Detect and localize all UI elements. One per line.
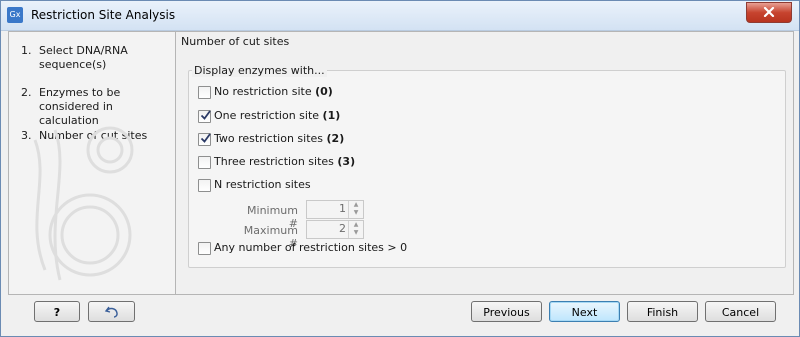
dna-watermark-icon xyxy=(33,126,134,281)
option-label: One restriction site (1) xyxy=(214,109,341,122)
close-icon xyxy=(763,7,775,17)
help-button[interactable]: ? xyxy=(34,301,80,322)
close-button[interactable] xyxy=(746,2,792,23)
content-panel: Number of cut sites Display enzymes with… xyxy=(176,32,793,294)
app-icon: Gx xyxy=(7,7,23,23)
checkbox-three-sites[interactable] xyxy=(198,156,211,169)
checkbox-no-site[interactable] xyxy=(198,86,211,99)
minimum-value: 1 xyxy=(339,202,346,215)
spin-down-icon[interactable]: ▼ xyxy=(349,209,363,217)
dialog-body: 1. Select DNA/RNA sequence(s) 2. Enzymes… xyxy=(8,31,794,295)
option-label: N restriction sites xyxy=(214,178,311,191)
checkbox-any-number[interactable] xyxy=(198,242,211,255)
minimum-stepper[interactable]: ▲ ▼ xyxy=(348,201,363,218)
previous-button[interactable]: Previous xyxy=(471,301,542,322)
finish-button[interactable]: Finish xyxy=(627,301,698,322)
maximum-value: 2 xyxy=(339,222,346,235)
undo-icon xyxy=(104,306,118,318)
option-label: No restriction site (0) xyxy=(214,85,333,98)
checkbox-one-site[interactable] xyxy=(198,110,211,123)
spin-up-icon[interactable]: ▲ xyxy=(349,201,363,209)
checkbox-n-sites[interactable] xyxy=(198,179,211,192)
spin-up-icon[interactable]: ▲ xyxy=(349,221,363,229)
maximum-spinner[interactable]: 2 ▲ ▼ xyxy=(306,220,364,239)
button-bar: ? Previous Next Finish Cancel xyxy=(8,295,792,329)
group-title: Display enzymes with... xyxy=(192,64,327,77)
panel-title: Number of cut sites xyxy=(181,35,290,48)
option-label: Two restriction sites (2) xyxy=(214,132,345,145)
option-label: Three restriction sites (3) xyxy=(214,155,356,168)
next-button[interactable]: Next xyxy=(549,301,620,322)
checkbox-two-sites[interactable] xyxy=(198,133,211,146)
checkmark-icon xyxy=(200,133,211,143)
cancel-button[interactable]: Cancel xyxy=(705,301,776,322)
checkmark-icon xyxy=(200,110,211,120)
dialog-window: Gx Restriction Site Analysis 1. Select D… xyxy=(0,0,800,337)
wizard-steps-sidebar: 1. Select DNA/RNA sequence(s) 2. Enzymes… xyxy=(9,32,176,294)
maximum-stepper[interactable]: ▲ ▼ xyxy=(348,221,363,238)
title-bar[interactable]: Gx Restriction Site Analysis xyxy=(1,1,799,31)
step-label: Select DNA/RNA sequence(s) xyxy=(39,44,128,71)
step-number: 1. xyxy=(21,44,32,57)
window-title: Restriction Site Analysis xyxy=(31,8,176,22)
reset-button[interactable] xyxy=(88,301,135,322)
option-label: Any number of restriction sites > 0 xyxy=(214,241,408,254)
minimum-spinner[interactable]: 1 ▲ ▼ xyxy=(306,200,364,219)
spin-down-icon[interactable]: ▼ xyxy=(349,229,363,237)
step-number: 2. xyxy=(21,86,32,99)
